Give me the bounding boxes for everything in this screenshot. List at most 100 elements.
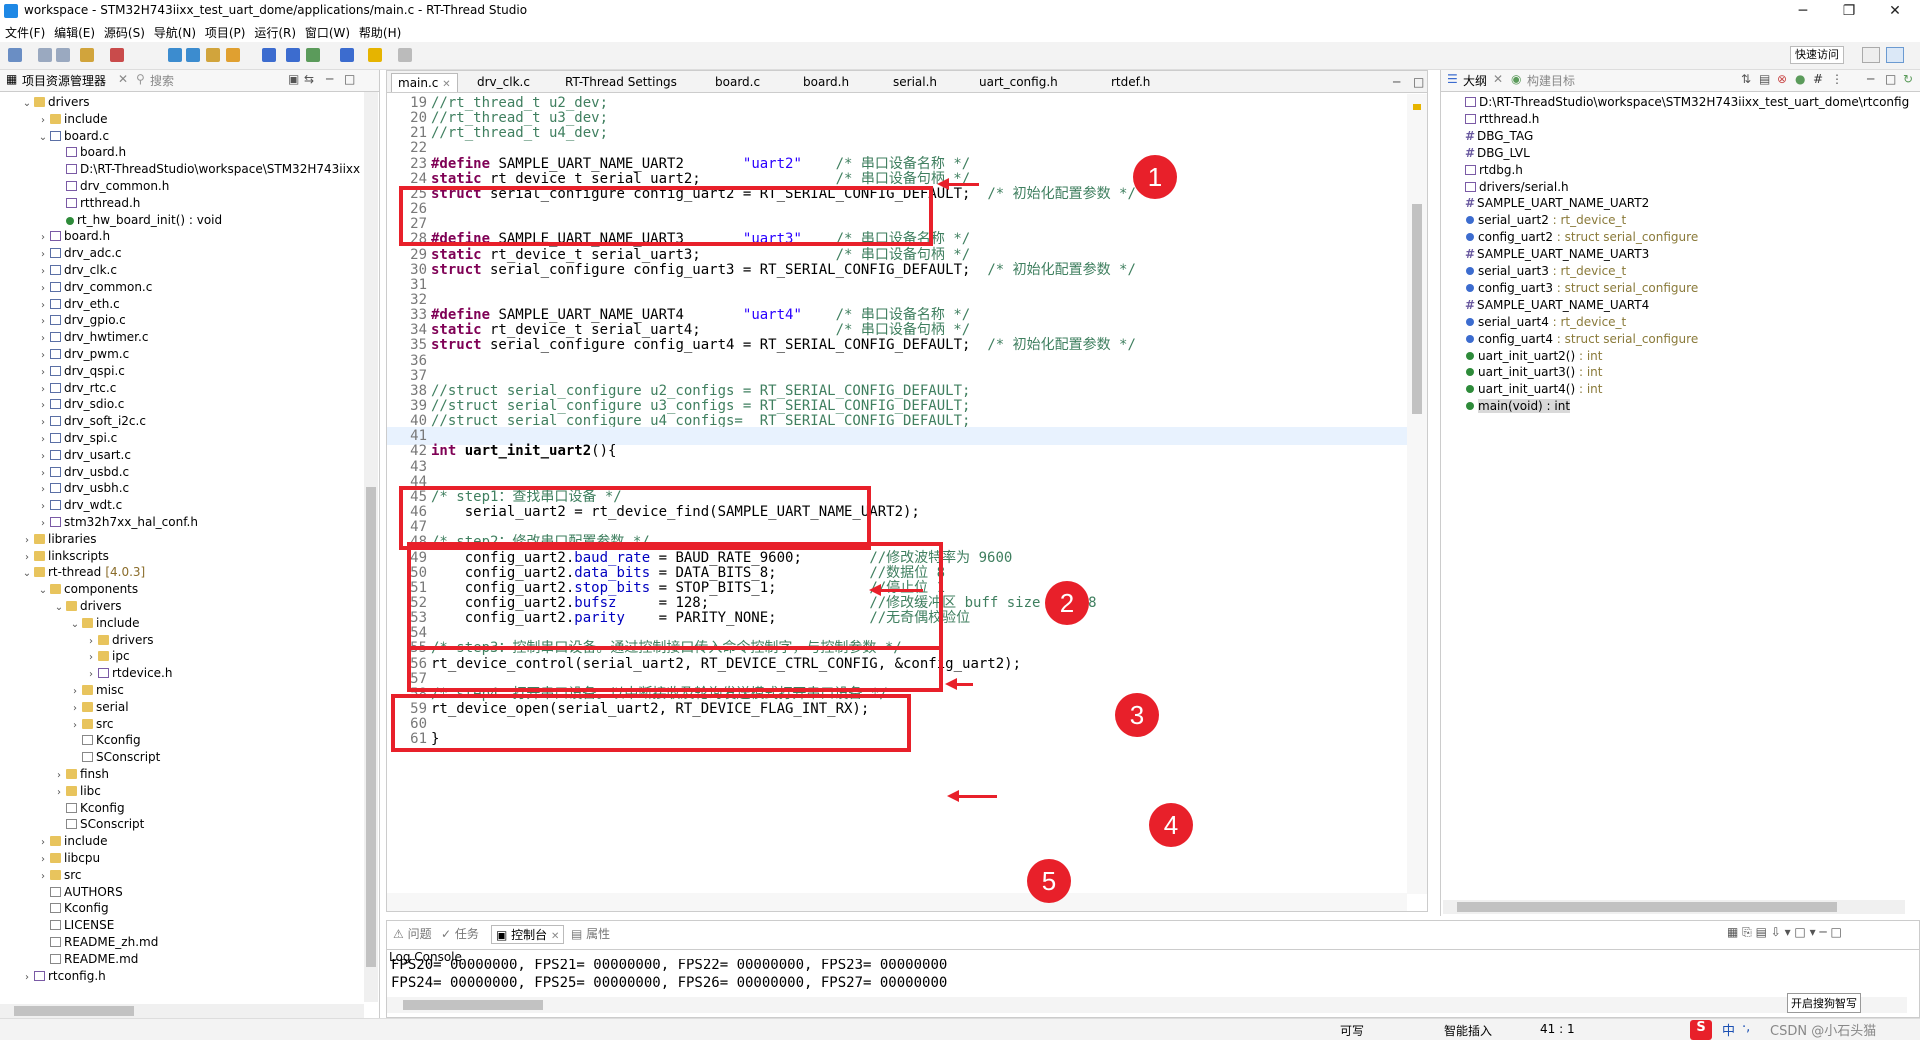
tree-item[interactable]: AUTHORS: [0, 884, 123, 901]
collapsed-arrow-icon[interactable]: ›: [38, 229, 48, 246]
tree-item[interactable]: › ipc: [0, 648, 130, 665]
tab-console[interactable]: ▣ 控制台 ✕: [491, 925, 565, 944]
collapsed-arrow-icon[interactable]: ›: [38, 263, 48, 280]
tree-item[interactable]: › drivers: [0, 632, 154, 649]
collapsed-arrow-icon[interactable]: ›: [38, 397, 48, 414]
collapsed-arrow-icon[interactable]: ›: [86, 649, 96, 666]
code-area[interactable]: 19//rt_thread_t u2_dev; 20//rt_thread_t u…: [387, 94, 1407, 894]
collapsed-arrow-icon[interactable]: ›: [38, 246, 48, 263]
tree-item[interactable]: › drv_eth.c: [0, 296, 120, 313]
tab-board-c[interactable]: board.c: [709, 73, 766, 92]
tree-item[interactable]: › misc: [0, 682, 124, 699]
collapsed-arrow-icon[interactable]: ›: [38, 347, 48, 364]
outline-item[interactable]: serial_uart2 : rt_device_t: [1441, 212, 1626, 229]
download-icon[interactable]: [186, 48, 200, 62]
menu-navigate[interactable]: 导航(N): [149, 22, 196, 41]
tree-item[interactable]: LICENSE: [0, 917, 114, 934]
tab-problems[interactable]: ⚠ 问题: [393, 925, 432, 942]
outline-hscrollbar-thumb[interactable]: [1457, 902, 1837, 912]
tree-item[interactable]: › libc: [0, 783, 101, 800]
debug-config-icon[interactable]: [110, 48, 124, 62]
tree-item[interactable]: › libcpu: [0, 850, 100, 867]
tree-item[interactable]: ⌄ drivers: [0, 94, 90, 111]
editor-scrollbar-thumb[interactable]: [1412, 204, 1422, 414]
quick-access-field[interactable]: 快速访问: [1790, 46, 1844, 64]
ime-mode[interactable]: 中: [1722, 1020, 1735, 1040]
tab-uart-config-h[interactable]: uart_config.h: [973, 73, 1064, 92]
outline-item[interactable]: config_uart2 : struct serial_configure: [1441, 229, 1698, 246]
tree-item[interactable]: › src: [0, 716, 114, 733]
tree-item[interactable]: Kconfig: [0, 800, 125, 817]
console-hscrollbar-thumb[interactable]: [403, 1000, 543, 1010]
collapsed-arrow-icon[interactable]: ›: [38, 465, 48, 482]
sort-icon[interactable]: ⇅: [1741, 72, 1751, 90]
group-includes-icon[interactable]: #: [1813, 72, 1823, 90]
outline-item[interactable]: rtdbg.h: [1441, 162, 1523, 179]
tree-item[interactable]: › drv_rtc.c: [0, 380, 116, 397]
tree-item[interactable]: README_zh.md: [0, 934, 158, 951]
minimize-editor-icon[interactable]: ─: [1387, 73, 1406, 92]
console-toolbar-icons[interactable]: ▦ ⎘ ▤ ⇩ ▾ □ ▾ ─ □: [1727, 925, 1842, 940]
tree-item[interactable]: › include: [0, 111, 107, 128]
expanded-arrow-icon[interactable]: ⌄: [22, 95, 32, 112]
restore-button[interactable]: ❐: [1826, 0, 1872, 22]
outline-item[interactable]: uart_init_uart4() : int: [1441, 381, 1603, 398]
flash-icon[interactable]: [306, 48, 320, 62]
collapsed-arrow-icon[interactable]: ›: [38, 297, 48, 314]
outline-item[interactable]: # DBG_TAG: [1441, 128, 1533, 145]
maximize-panel-icon[interactable]: □: [1885, 72, 1896, 90]
tree-item[interactable]: › drv_clk.c: [0, 262, 117, 279]
terminal-icon[interactable]: [262, 48, 276, 62]
collapsed-arrow-icon[interactable]: ›: [22, 549, 32, 566]
tree-item[interactable]: › src: [0, 867, 82, 884]
tree-item[interactable]: › drv_sdio.c: [0, 396, 124, 413]
folder-icon[interactable]: [206, 48, 220, 62]
tree-item[interactable]: Kconfig: [0, 732, 141, 749]
tree-item[interactable]: SConscript: [0, 749, 160, 766]
collapsed-arrow-icon[interactable]: ›: [38, 280, 48, 297]
outline-item[interactable]: serial_uart3 : rt_device_t: [1441, 263, 1626, 280]
open-perspective-icon[interactable]: [1862, 47, 1880, 63]
collapsed-arrow-icon[interactable]: ›: [38, 313, 48, 330]
menu-source[interactable]: 源码(S): [99, 22, 145, 41]
tree-item[interactable]: ⌄ drivers: [0, 598, 122, 615]
sogou-ime-icon[interactable]: S: [1690, 1020, 1712, 1040]
tree-item[interactable]: ⌄ rt-thread [4.0.3]: [0, 564, 145, 581]
tree-item[interactable]: › linkscripts: [0, 548, 109, 565]
tree-item[interactable]: › drv_spi.c: [0, 430, 117, 447]
outline-item[interactable]: config_uart4 : struct serial_configure: [1441, 331, 1698, 348]
collapsed-arrow-icon[interactable]: ›: [38, 431, 48, 448]
console-hscrollbar[interactable]: [387, 997, 1907, 1013]
tree-item[interactable]: rtthread.h: [0, 195, 140, 212]
menu-edit[interactable]: 编辑(E): [49, 22, 95, 41]
collapsed-arrow-icon[interactable]: ›: [38, 364, 48, 381]
back-icon[interactable]: [368, 48, 382, 62]
link-editor-icon[interactable]: ⇆: [304, 72, 314, 90]
close-button[interactable]: ✕: [1872, 0, 1918, 22]
collapsed-arrow-icon[interactable]: ›: [22, 969, 32, 986]
outline-item[interactable]: drivers/serial.h: [1441, 179, 1569, 196]
expanded-arrow-icon[interactable]: ⌄: [38, 129, 48, 146]
view-menu-icon[interactable]: ⋮: [1831, 72, 1843, 90]
save-all-icon[interactable]: [56, 48, 70, 62]
tree-item[interactable]: › drv_usbh.c: [0, 480, 129, 497]
tree-item[interactable]: › finsh: [0, 766, 109, 783]
collapsed-arrow-icon[interactable]: ›: [54, 767, 64, 784]
tree-scrollbar-thumb[interactable]: [366, 487, 376, 967]
tree-scrollbar[interactable]: [364, 92, 378, 1002]
outline-item[interactable]: # DBG_LVL: [1441, 145, 1530, 162]
tree-item[interactable]: › rtdevice.h: [0, 665, 172, 682]
tab-build-targets[interactable]: 构建目标: [1527, 72, 1575, 90]
tree-item[interactable]: › board.h: [0, 228, 110, 245]
tree-hscrollbar-thumb[interactable]: [14, 1006, 134, 1016]
tab-serial-h[interactable]: serial.h: [887, 73, 943, 92]
tab-rtdef-h[interactable]: rtdef.h: [1105, 73, 1156, 92]
tree-item[interactable]: › drv_usbd.c: [0, 464, 129, 481]
collapsed-arrow-icon[interactable]: ›: [38, 414, 48, 431]
collapsed-arrow-icon[interactable]: ›: [54, 784, 64, 801]
collapsed-arrow-icon[interactable]: ›: [22, 532, 32, 549]
close-tab-icon[interactable]: ✕: [1493, 72, 1503, 90]
collapsed-arrow-icon[interactable]: ›: [70, 683, 80, 700]
tree-item[interactable]: rt_hw_board_init() : void: [0, 212, 222, 229]
collapsed-arrow-icon[interactable]: ›: [70, 700, 80, 717]
